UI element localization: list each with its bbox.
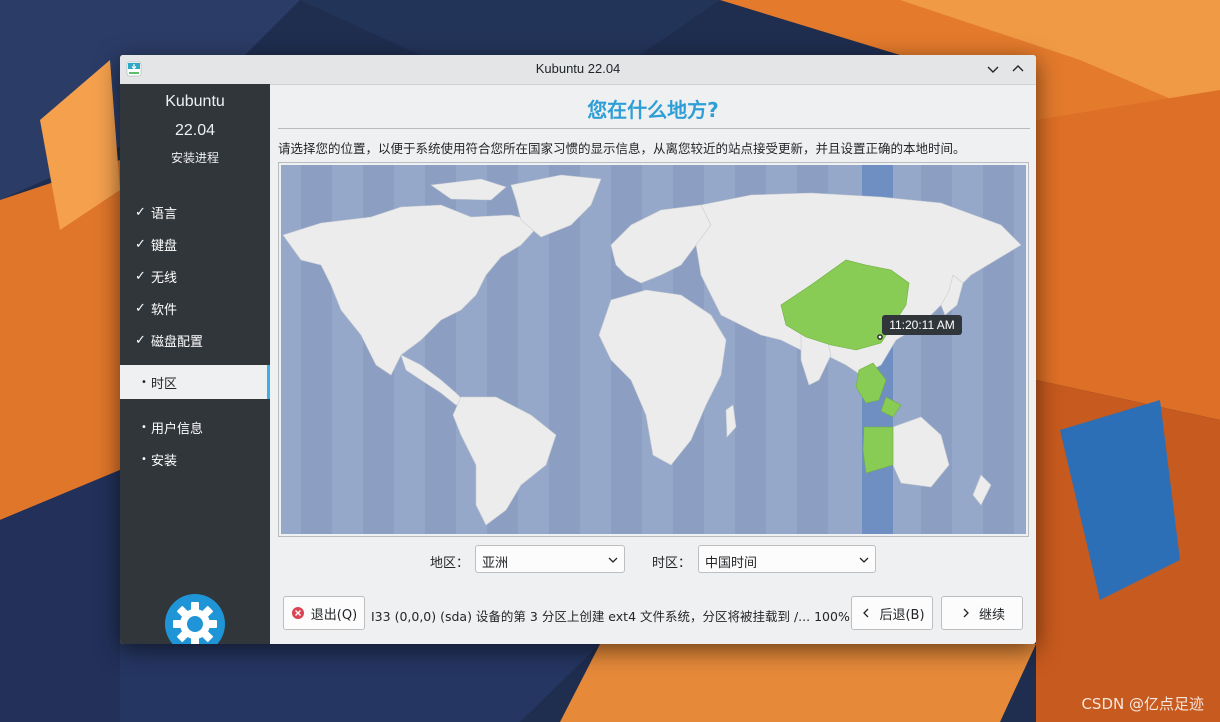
title-bar: Kubuntu 22.04 bbox=[120, 55, 1036, 85]
install-status: I33 (0,0,0) (sda) 设备的第 3 分区上创建 ext4 文件系统… bbox=[371, 609, 850, 624]
step-wireless: ✓ 无线 bbox=[120, 259, 270, 293]
check-icon: ✓ bbox=[135, 236, 146, 252]
chevron-up-icon bbox=[1012, 65, 1024, 72]
step-label: 磁盘配置 bbox=[151, 334, 204, 350]
next-button[interactable]: 继续 bbox=[941, 596, 1023, 630]
step-software: ✓ 软件 bbox=[120, 291, 270, 325]
back-label: 后退(B) bbox=[879, 607, 925, 623]
step-label: 语言 bbox=[151, 206, 178, 222]
step-label: 软件 bbox=[151, 302, 178, 318]
step-label: 时区 bbox=[151, 376, 178, 392]
chevron-right-icon bbox=[963, 608, 969, 618]
step-timezone: • 时区 bbox=[120, 365, 270, 399]
step-label: 用户信息 bbox=[151, 421, 204, 437]
step-label: 键盘 bbox=[151, 238, 178, 254]
page-description: 请选择您的位置，以便于系统使用符合您所在国家习惯的显示信息，从离您较近的站点接受… bbox=[278, 141, 966, 156]
chevron-down-icon bbox=[859, 557, 869, 563]
check-icon: ✓ bbox=[135, 268, 146, 284]
region-label: 地区： bbox=[430, 556, 470, 571]
progress-sidebar: Kubuntu 22.04 安装进程 ✓ 语言 ✓ 键盘 ✓ 无线 ✓ 软件 ✓… bbox=[120, 84, 270, 644]
window-title: Kubuntu 22.04 bbox=[535, 61, 621, 76]
timezone-page: 您在什么地方? 请选择您的位置，以便于系统使用符合您所在国家习惯的显示信息，从离… bbox=[270, 84, 1036, 644]
chevron-left-icon bbox=[863, 608, 869, 618]
maximize-button[interactable] bbox=[1009, 60, 1027, 78]
title-divider bbox=[278, 128, 1030, 129]
step-label: 无线 bbox=[151, 270, 178, 286]
close-circle-icon bbox=[291, 607, 304, 619]
timezone-selectors: 地区： 亚洲 时区： 中国时间 bbox=[270, 545, 1036, 575]
chevron-down-icon bbox=[987, 66, 999, 73]
time-label: 11:20:11 AM bbox=[889, 318, 955, 332]
progress-subtitle: 安装进程 bbox=[170, 151, 219, 165]
world-map[interactable]: 11:20:11 AM bbox=[281, 165, 1026, 534]
quit-label: 退出(Q) bbox=[310, 607, 358, 623]
timezone-map[interactable]: 11:20:11 AM bbox=[278, 162, 1029, 537]
step-user-info: • 用户信息 bbox=[120, 410, 270, 444]
bullet-icon: • bbox=[141, 376, 147, 388]
step-keyboard: ✓ 键盘 bbox=[120, 227, 270, 261]
check-icon: ✓ bbox=[135, 204, 146, 220]
minimize-button[interactable] bbox=[984, 60, 1002, 78]
zone-value: 中国时间 bbox=[705, 556, 758, 571]
city-marker bbox=[877, 334, 883, 340]
bullet-icon: • bbox=[141, 421, 147, 433]
chevron-down-icon bbox=[608, 557, 618, 563]
zone-label: 时区： bbox=[652, 556, 692, 571]
step-install: • 安装 bbox=[120, 442, 270, 476]
page-title: 您在什么地方? bbox=[587, 98, 719, 122]
step-label: 安装 bbox=[151, 453, 178, 469]
step-language: ✓ 语言 bbox=[120, 195, 270, 229]
quit-button[interactable]: 退出(Q) bbox=[283, 596, 365, 630]
check-icon: ✓ bbox=[135, 300, 146, 316]
watermark: CSDN @亿点足迹 bbox=[1081, 695, 1204, 713]
check-icon: ✓ bbox=[135, 332, 146, 348]
footer-bar: 退出(Q) I33 (0,0,0) (sda) 设备的第 3 分区上创建 ext… bbox=[270, 596, 1036, 631]
zone-dropdown[interactable]: 中国时间 bbox=[698, 545, 876, 573]
kubuntu-logo-icon bbox=[165, 594, 225, 644]
back-button[interactable]: 后退(B) bbox=[851, 596, 933, 630]
product-version: 22.04 bbox=[174, 122, 216, 139]
region-value: 亚洲 bbox=[482, 556, 509, 571]
product-name: Kubuntu bbox=[165, 93, 225, 110]
time-tooltip: 11:20:11 AM bbox=[882, 315, 962, 335]
bullet-icon: • bbox=[141, 453, 147, 465]
step-disk-setup: ✓ 磁盘配置 bbox=[120, 323, 270, 357]
next-label: 继续 bbox=[978, 607, 1005, 623]
installer-window: Kubuntu 22.04 Kubuntu 22.04 安装进程 ✓ 语言 ✓ … bbox=[120, 55, 1036, 644]
region-dropdown[interactable]: 亚洲 bbox=[475, 545, 625, 573]
